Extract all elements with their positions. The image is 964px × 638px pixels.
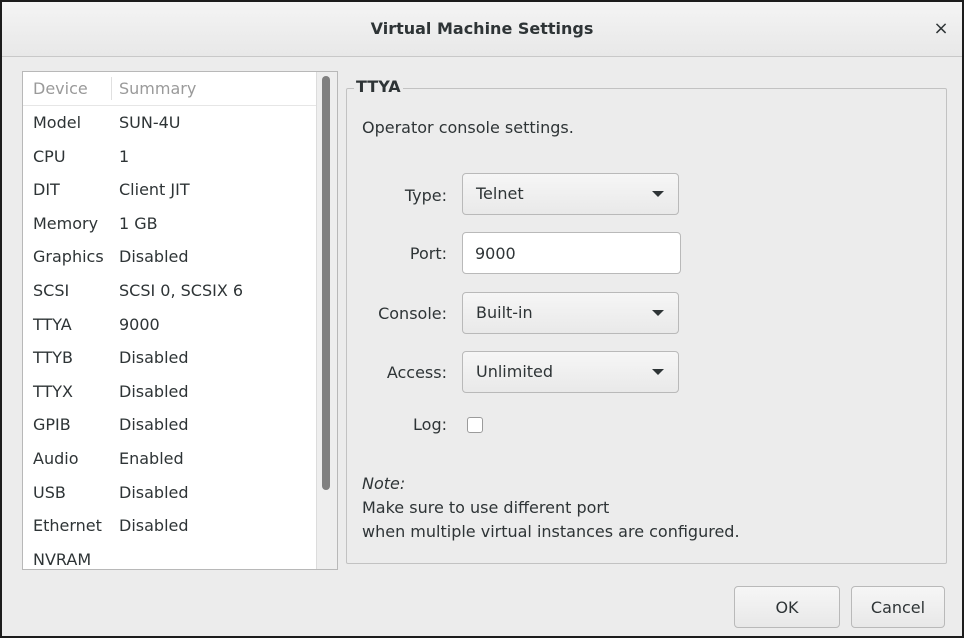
note-line-1: Make sure to use different port: [362, 498, 610, 517]
device-summary: 1 GB: [119, 213, 158, 233]
access-dropdown[interactable]: Unlimited: [462, 351, 679, 393]
console-dropdown[interactable]: Built-in: [462, 292, 679, 334]
device-row-audio[interactable]: Audio Enabled: [23, 442, 337, 476]
device-name: Model: [33, 113, 82, 132]
device-row-ttyx[interactable]: TTYX Disabled: [23, 375, 337, 409]
device-name: Graphics: [33, 247, 104, 267]
device-summary: Disabled: [119, 348, 189, 368]
log-checkbox[interactable]: [467, 417, 483, 433]
device-name: Memory: [33, 213, 99, 233]
device-name: GPIB: [33, 415, 71, 435]
device-list-header: Device Summary: [23, 72, 337, 106]
settings-dialog: Virtual Machine Settings × Device Summar…: [0, 0, 964, 638]
device-row-usb[interactable]: USB Disabled: [23, 476, 337, 510]
device-row-graphics[interactable]: Graphics Disabled: [23, 240, 337, 274]
device-row-nvram[interactable]: NVRAM: [23, 543, 337, 569]
device-summary: Disabled: [119, 516, 189, 536]
port-label: Port:: [409, 244, 447, 263]
access-label: Access:: [386, 363, 447, 382]
device-name: Ethernet: [33, 516, 102, 536]
cancel-button[interactable]: Cancel: [851, 586, 945, 628]
port-input[interactable]: [462, 232, 681, 274]
chevron-down-icon: [652, 191, 664, 197]
device-summary: Enabled: [119, 448, 184, 468]
device-name: TTYX: [33, 381, 73, 401]
device-summary: Disabled: [119, 482, 189, 502]
note-line-2: when multiple virtual instances are conf…: [362, 522, 740, 541]
device-row-gpib[interactable]: GPIB Disabled: [23, 408, 337, 442]
device-row-scsi[interactable]: SCSI SCSI 0, SCSIX 6: [23, 274, 337, 308]
device-summary: 9000: [119, 314, 160, 334]
console-dropdown-value: Built-in: [476, 303, 533, 322]
device-row-ttya[interactable]: TTYA 9000: [23, 308, 337, 342]
ttya-frame-legend: TTYA: [354, 76, 403, 98]
device-name: DIT: [33, 180, 60, 200]
device-summary: Disabled: [119, 381, 189, 401]
type-label: Type:: [404, 186, 447, 205]
chevron-down-icon: [652, 310, 664, 316]
device-summary: 1: [119, 146, 130, 166]
note-block: Note: Make sure to use different port wh…: [362, 472, 740, 544]
device-list[interactable]: Device Summary Model SUN-4U CPU 1 DIT Cl…: [22, 71, 338, 570]
dialog-title: Virtual Machine Settings: [370, 19, 594, 38]
device-row-model[interactable]: Model SUN-4U: [23, 106, 337, 140]
ok-button[interactable]: OK: [734, 586, 840, 628]
ttya-description: Operator console settings.: [362, 118, 574, 137]
device-name: CPU: [33, 146, 66, 166]
column-header-summary[interactable]: Summary: [119, 72, 196, 105]
chevron-down-icon: [652, 369, 664, 375]
device-name: Audio: [33, 448, 79, 468]
type-dropdown-value: Telnet: [476, 184, 524, 203]
device-row-memory[interactable]: Memory 1 GB: [23, 207, 337, 241]
device-summary: Client JIT: [119, 180, 190, 200]
device-list-scrollbar[interactable]: [316, 72, 337, 569]
device-row-ethernet[interactable]: Ethernet Disabled: [23, 509, 337, 543]
device-name: TTYA: [33, 314, 72, 334]
device-name: TTYB: [33, 348, 74, 368]
device-summary: Disabled: [119, 415, 189, 435]
title-bar: Virtual Machine Settings ×: [2, 2, 962, 57]
console-label: Console:: [378, 304, 447, 323]
log-label: Log:: [413, 415, 447, 434]
close-icon: ×: [933, 18, 949, 39]
close-button[interactable]: ×: [926, 14, 956, 44]
device-summary: SCSI 0, SCSIX 6: [119, 280, 244, 300]
column-header-device[interactable]: Device: [33, 72, 88, 105]
device-name: NVRAM: [33, 549, 92, 569]
device-summary: Disabled: [119, 247, 189, 267]
scrollbar-thumb[interactable]: [322, 76, 330, 490]
device-list-rows: Model SUN-4U CPU 1 DIT Client JIT Memory…: [23, 106, 337, 569]
type-dropdown[interactable]: Telnet: [462, 173, 679, 215]
note-title: Note:: [362, 474, 406, 493]
device-name: SCSI: [33, 280, 70, 300]
device-summary: SUN-4U: [119, 113, 181, 132]
device-row-dit[interactable]: DIT Client JIT: [23, 173, 337, 207]
column-divider: [111, 77, 112, 100]
device-row-cpu[interactable]: CPU 1: [23, 140, 337, 174]
device-row-ttyb[interactable]: TTYB Disabled: [23, 341, 337, 375]
access-dropdown-value: Unlimited: [476, 362, 554, 381]
device-name: USB: [33, 482, 66, 502]
